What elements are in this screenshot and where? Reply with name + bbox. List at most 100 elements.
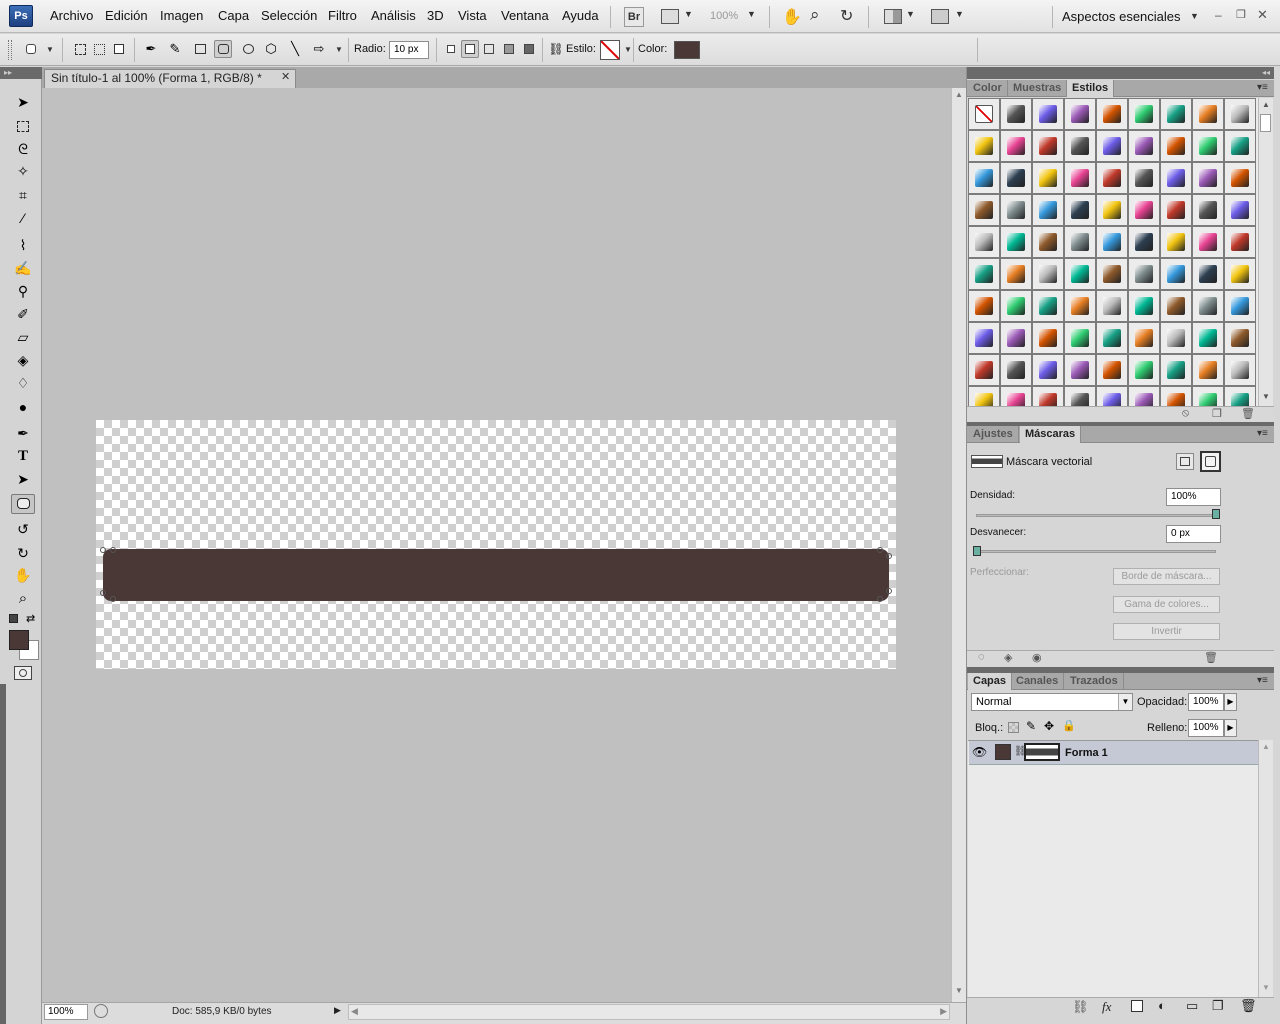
arrange-documents-icon[interactable] [884,9,902,24]
style-preset-swatch[interactable] [1000,194,1032,226]
scroll-down-icon[interactable]: ▼ [1262,392,1270,401]
style-preset-swatch[interactable] [1064,162,1096,194]
adjustment-layer-icon[interactable]: ◐ [1158,998,1166,1013]
path-anchor-point[interactable] [110,547,116,553]
photoshop-logo[interactable]: Ps [9,5,33,27]
scroll-up-icon[interactable]: ▲ [1262,100,1270,109]
style-preset-swatch[interactable] [1128,98,1160,130]
paths-icon[interactable] [90,40,108,58]
style-preset-swatch[interactable] [1160,162,1192,194]
shape-tool-icon[interactable] [11,494,35,514]
chevron-down-icon[interactable]: ▼ [747,9,756,19]
density-slider-thumb[interactable] [1212,509,1220,519]
document-tab[interactable]: Sin título-1 al 100% (Forma 1, RGB/8) * [44,69,296,88]
invert-button[interactable]: Invertir [1113,623,1220,640]
style-preset-swatch[interactable] [968,290,1000,322]
style-preset-swatch[interactable] [1096,322,1128,354]
style-preset-swatch[interactable] [1224,354,1256,386]
style-preset-swatch[interactable] [968,162,1000,194]
style-preset-swatch[interactable] [1096,290,1128,322]
path-anchor-point[interactable] [877,596,883,602]
chevron-down-icon[interactable]: ▼ [1118,694,1132,710]
freeform-pen-icon[interactable]: ✎ [166,40,184,58]
tab-trazados[interactable]: Trazados [1065,673,1124,690]
style-preset-swatch[interactable] [1064,98,1096,130]
style-preset-swatch[interactable] [1064,194,1096,226]
screen-mode-icon[interactable] [931,9,949,24]
layers-scrollbar[interactable]: ▲ ▼ [1258,740,1273,997]
menu-3d[interactable]: 3D [427,8,444,23]
line-tool-icon[interactable]: ╲ [286,40,304,58]
eye-icon[interactable]: 👁 [972,745,987,759]
style-preset-swatch[interactable] [1192,98,1224,130]
panel-menu-icon[interactable]: ▾≡ [1257,675,1268,686]
lock-pixels-icon[interactable]: ✎ [1026,719,1036,733]
style-preset-swatch[interactable] [1064,258,1096,290]
clone-stamp-tool-icon[interactable]: ⚲ [11,282,35,302]
delete-layer-icon[interactable]: 🗑 [1240,998,1257,1014]
lasso-tool-icon[interactable]: ᘓ [11,140,35,160]
style-preset-swatch[interactable] [1128,386,1160,406]
tab-capas[interactable]: Capas [968,673,1013,690]
rounded-rectangle-tool-icon[interactable] [214,40,232,58]
opacity-slider-arrow-icon[interactable]: ▶ [1224,693,1237,711]
zoom-icon[interactable]: ⌕ [810,5,820,25]
chevron-down-icon[interactable]: ▼ [684,9,693,19]
new-layer-icon[interactable]: ❐ [1212,998,1224,1014]
magic-wand-tool-icon[interactable]: ✧ [11,162,35,182]
healing-brush-tool-icon[interactable]: ⌇ [11,236,35,256]
menu-ayuda[interactable]: Ayuda [562,8,599,23]
link-layers-icon[interactable]: ⛓ [1072,999,1089,1015]
style-preset-swatch[interactable] [1128,258,1160,290]
style-preset-swatch[interactable] [1096,162,1128,194]
style-preset-swatch[interactable] [1128,290,1160,322]
density-slider[interactable] [976,514,1216,517]
polygon-tool-icon[interactable]: ⬡ [262,40,280,58]
style-preset-swatch[interactable] [968,386,1000,406]
style-preset-swatch[interactable] [968,322,1000,354]
style-preset-swatch[interactable] [1128,194,1160,226]
history-brush-tool-icon[interactable]: ✐ [11,305,35,325]
chevron-down-icon[interactable]: ▼ [335,45,343,54]
subtract-shape-area-icon[interactable] [480,40,498,58]
style-preset-swatch[interactable] [1096,354,1128,386]
3d-orbit-tool-icon[interactable]: ↻ [11,544,35,564]
path-anchor-point[interactable] [100,590,106,596]
style-preset-swatch[interactable] [1032,162,1064,194]
style-preset-swatch[interactable] [1192,194,1224,226]
style-preset-swatch[interactable] [1160,194,1192,226]
tool-preset-button[interactable] [22,40,40,58]
menu-ventana[interactable]: Ventana [501,8,549,23]
rounded-rectangle-shape[interactable] [103,549,889,601]
scroll-left-icon[interactable]: ◀ [351,1006,358,1017]
style-preset-swatch[interactable] [1224,226,1256,258]
clear-style-icon[interactable]: ⦸ [1182,407,1189,420]
style-picker[interactable] [600,40,620,60]
styles-scrollbar[interactable]: ▲ ▼ [1258,98,1273,406]
screen-mode-icon[interactable] [661,9,679,24]
style-preset-swatch[interactable] [968,130,1000,162]
tab-canales[interactable]: Canales [1011,673,1065,690]
scroll-up-icon[interactable]: ▲ [955,90,963,99]
style-preset-swatch[interactable] [1128,226,1160,258]
menu-vista[interactable]: Vista [458,8,487,23]
style-preset-swatch[interactable] [1128,322,1160,354]
marquee-tool-icon[interactable] [11,117,35,137]
panel-menu-icon[interactable]: ▾≡ [1257,82,1268,93]
style-preset-swatch[interactable] [1224,386,1256,406]
eraser-tool-icon[interactable]: ▱ [11,328,35,348]
add-shape-area-icon[interactable] [461,40,479,58]
style-preset-swatch[interactable] [1224,98,1256,130]
rectangle-tool-icon[interactable] [191,40,209,58]
menu-seleccion[interactable]: Selección [261,8,317,23]
feather-slider[interactable] [976,550,1216,553]
style-preset-swatch[interactable] [1032,290,1064,322]
style-preset-swatch[interactable] [1224,322,1256,354]
blend-mode-select[interactable]: Normal [971,693,1133,711]
scroll-thumb[interactable] [1260,114,1271,132]
horizontal-scrollbar[interactable]: ◀ ▶ [348,1004,950,1020]
color-swatch[interactable] [674,41,700,59]
restore-icon[interactable]: ❐ [1236,8,1246,21]
color-range-button[interactable]: Gama de colores... [1113,596,1220,613]
hand-tool-icon[interactable]: ✋ [11,566,35,586]
